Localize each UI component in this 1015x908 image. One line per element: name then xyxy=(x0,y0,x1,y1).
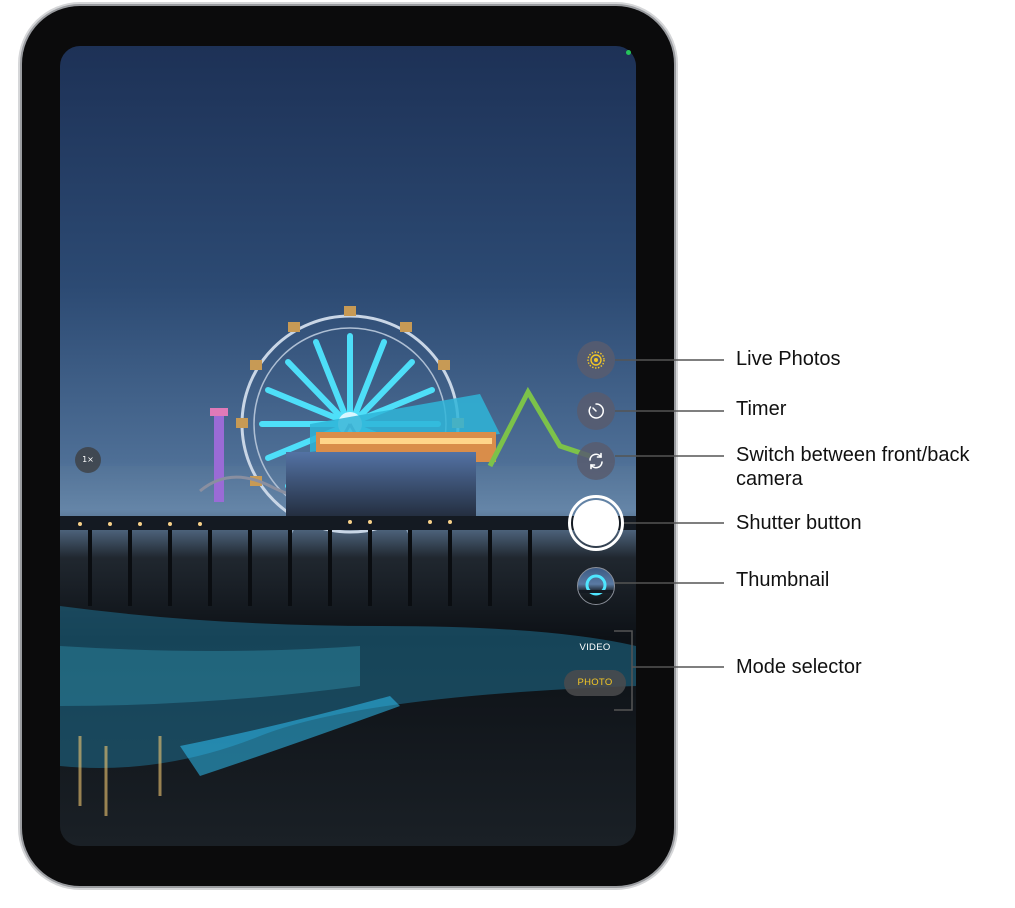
diagram-stage: 1× VIDEO PHOTO Live Photos Timer Switch … xyxy=(0,0,1015,908)
callout-thumbnail: Thumbnail xyxy=(736,569,830,591)
callout-switch-camera: Switch between front/back camera xyxy=(736,444,970,490)
callout-shutter: Shutter button xyxy=(736,512,862,534)
callout-live-photos: Live Photos xyxy=(736,348,841,370)
callout-mode-selector: Mode selector xyxy=(736,656,862,678)
callout-timer: Timer xyxy=(736,398,787,420)
